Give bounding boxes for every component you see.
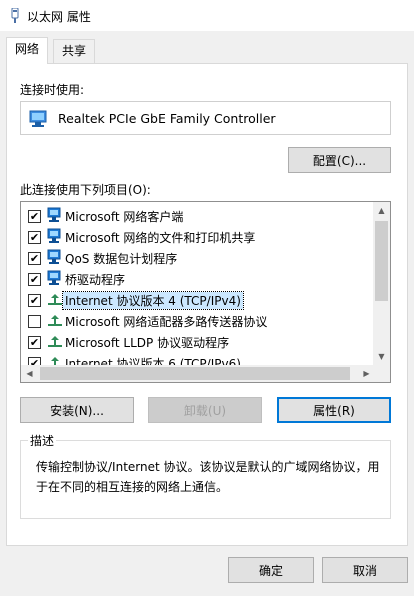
item-checkbox[interactable]: ✔: [28, 336, 41, 349]
horizontal-scrollbar[interactable]: ◀ ▶: [21, 365, 375, 382]
item-checkbox[interactable]: ✔: [28, 273, 41, 286]
description-text: 传输控制协议/Internet 协议。该协议是默认的广域网络协议，用于在不同的相…: [36, 460, 380, 494]
tab-network[interactable]: 网络: [6, 37, 49, 64]
network-service-icon: [47, 249, 61, 264]
items-label: 此连接使用下列项目(O):: [20, 183, 151, 197]
window-title: 以太网 属性: [27, 10, 91, 24]
list-item[interactable]: ✔ Microsoft 网络客户端: [21, 206, 375, 226]
vertical-scrollbar[interactable]: ▲ ▼: [373, 202, 390, 365]
scroll-down-icon[interactable]: ▼: [373, 348, 390, 365]
items-list[interactable]: ✔ Microsoft 网络客户端 ✔ Microsoft 网络的文件和打印机共…: [20, 201, 391, 383]
scroll-up-icon[interactable]: ▲: [373, 202, 390, 219]
network-adapter-icon: [11, 8, 19, 23]
network-service-icon: [47, 228, 61, 243]
horizontal-scroll-thumb[interactable]: [40, 367, 350, 380]
network-card-icon: [29, 110, 47, 127]
item-label: 桥驱动程序: [65, 273, 126, 287]
list-item[interactable]: ✔ 桥驱动程序: [21, 269, 375, 289]
uninstall-button[interactable]: 卸载(U): [148, 397, 262, 423]
adapter-name: Realtek PCIe GbE Family Controller: [58, 111, 276, 126]
cancel-button[interactable]: 取消: [322, 557, 408, 583]
item-label: QoS 数据包计划程序: [65, 252, 178, 266]
tab-sharing[interactable]: 共享: [53, 39, 96, 63]
item-label: Microsoft 网络客户端: [65, 210, 184, 224]
protocol-icon: [48, 315, 62, 326]
connect-using-label: 连接时使用:: [20, 83, 85, 97]
protocol-icon: [48, 336, 62, 347]
description-legend: 描述: [28, 432, 57, 449]
item-checkbox[interactable]: ✔: [28, 210, 41, 223]
network-client-icon: [47, 207, 61, 222]
list-item[interactable]: ✔ Microsoft 网络的文件和打印机共享: [21, 227, 375, 247]
scrollbar-corner: [373, 365, 390, 382]
list-item[interactable]: ✔ QoS 数据包计划程序: [21, 248, 375, 268]
title-bar: 以太网 属性: [0, 0, 414, 31]
list-item[interactable]: Microsoft 网络适配器多路传送器协议: [21, 311, 375, 331]
list-item-selected[interactable]: ✔ Internet 协议版本 4 (TCP/IPv4): [21, 290, 375, 310]
list-item[interactable]: ✔ Microsoft LLDP 协议驱动程序: [21, 332, 375, 352]
install-button[interactable]: 安装(N)...: [20, 397, 134, 423]
adapter-box: Realtek PCIe GbE Family Controller: [20, 101, 391, 135]
item-checkbox[interactable]: ✔: [28, 294, 41, 307]
protocol-icon: [48, 294, 62, 305]
vertical-scroll-thumb[interactable]: [375, 221, 388, 301]
item-label: Microsoft LLDP 协议驱动程序: [65, 336, 230, 350]
network-service-icon: [47, 270, 61, 285]
item-checkbox[interactable]: ✔: [28, 252, 41, 265]
item-label: Microsoft 网络适配器多路传送器协议: [65, 315, 268, 329]
ok-button[interactable]: 确定: [228, 557, 314, 583]
item-label: Microsoft 网络的文件和打印机共享: [65, 231, 256, 245]
properties-button[interactable]: 属性(R): [277, 397, 391, 423]
item-checkbox[interactable]: [28, 315, 41, 328]
scroll-left-icon[interactable]: ◀: [21, 365, 38, 382]
configure-button[interactable]: 配置(C)...: [288, 147, 391, 173]
item-checkbox[interactable]: ✔: [28, 231, 41, 244]
item-label: Internet 协议版本 4 (TCP/IPv4): [62, 291, 244, 310]
